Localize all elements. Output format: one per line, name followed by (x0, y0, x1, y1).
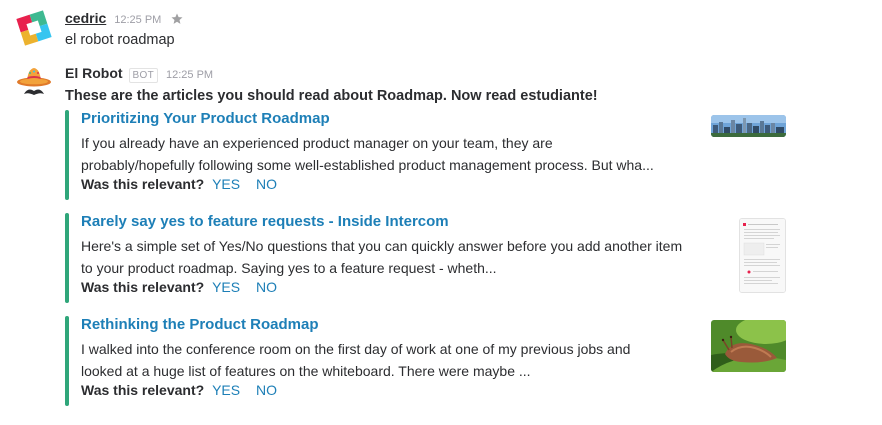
message-el-robot: El Robot BOT 12:25 PM These are the arti… (0, 55, 882, 425)
message-text: el robot roadmap (65, 32, 175, 48)
article-description: If you already have an experienced produ… (81, 132, 711, 176)
attachment-color-bar (65, 110, 69, 200)
relevance-question: Was this relevant? (81, 279, 205, 295)
description-line: If you already have an experienced produ… (81, 135, 553, 151)
relevance-prompt: Was this relevant? YES NO (81, 176, 277, 192)
message-header: El Robot BOT 12:25 PM (65, 65, 213, 83)
no-button[interactable]: NO (256, 176, 277, 192)
article-description: Here's a simple set of Yes/No questions … (81, 235, 711, 279)
article-description: I walked into the conference room on the… (81, 338, 711, 382)
star-icon[interactable] (171, 13, 183, 25)
yes-button[interactable]: YES (212, 176, 240, 192)
timestamp[interactable]: 12:25 PM (166, 69, 213, 81)
article-attachment: Prioritizing Your Product Roadmap If you… (65, 110, 790, 200)
article-title-link[interactable]: Rarely say yes to feature requests - Ins… (81, 213, 449, 230)
attachment-color-bar (65, 316, 69, 406)
document-page-thumbnail[interactable] (739, 218, 786, 293)
description-line: Here's a simple set of Yes/No questions … (81, 238, 683, 254)
attachment-color-bar (65, 213, 69, 303)
no-button[interactable]: NO (256, 279, 277, 295)
slug-thumbnail[interactable] (711, 320, 786, 372)
timestamp[interactable]: 12:25 PM (114, 14, 161, 26)
slack-logo-icon (16, 10, 52, 46)
relevance-question: Was this relevant? (81, 382, 205, 398)
relevance-prompt: Was this relevant? YES NO (81, 279, 277, 295)
relevance-prompt: Was this relevant? YES NO (81, 382, 277, 398)
bot-avatar-sombrero[interactable] (16, 65, 52, 101)
description-line: I walked into the conference room on the… (81, 341, 631, 357)
relevance-question: Was this relevant? (81, 176, 205, 192)
bot-badge: BOT (128, 68, 159, 83)
article-title-link[interactable]: Prioritizing Your Product Roadmap (81, 110, 330, 127)
message-header: cedric 12:25 PM (65, 10, 183, 28)
description-line: looked at a huge list of features on the… (81, 363, 531, 379)
author-name[interactable]: El Robot (65, 65, 123, 81)
author-name[interactable]: cedric (65, 10, 106, 26)
article-attachment: Rethinking the Product Roadmap I walked … (65, 316, 790, 406)
user-avatar-slack-logo[interactable] (16, 10, 52, 46)
message-text: These are the articles you should read a… (65, 88, 598, 104)
article-attachment: Rarely say yes to feature requests - Ins… (65, 213, 790, 303)
description-line: to your product roadmap. Saying yes to a… (81, 260, 497, 276)
yes-button[interactable]: YES (212, 279, 240, 295)
city-skyline-thumbnail[interactable] (711, 115, 786, 137)
yes-button[interactable]: YES (212, 382, 240, 398)
message-cedric: cedric 12:25 PM el robot roadmap (0, 0, 882, 55)
sombrero-mustache-icon (16, 65, 52, 101)
article-title-link[interactable]: Rethinking the Product Roadmap (81, 316, 319, 333)
no-button[interactable]: NO (256, 382, 277, 398)
document-page-image (740, 219, 785, 292)
description-line: probably/hopefully following some well-e… (81, 157, 654, 173)
slug-image (711, 320, 786, 372)
city-skyline-image (711, 115, 786, 137)
